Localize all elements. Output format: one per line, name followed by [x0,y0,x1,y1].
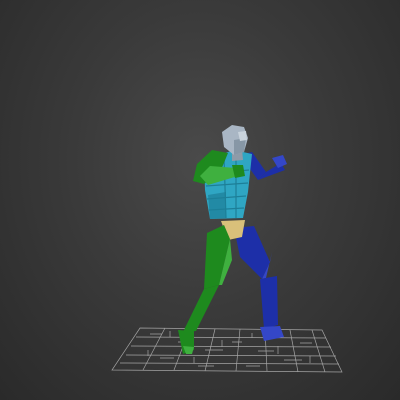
grid-line [125,354,337,357]
character-rig[interactable] [178,125,287,354]
right-hand[interactable] [272,155,287,168]
torso-shadow [208,192,226,219]
scene-canvas [111,125,343,373]
3d-viewport[interactable] [0,0,400,400]
grid-line [289,329,299,373]
grid-line [311,329,326,373]
grid-line [135,336,327,339]
left-shin[interactable] [183,285,219,332]
right-shin[interactable] [260,276,278,329]
grid-line [119,362,340,365]
grid-outline [111,327,343,373]
grid-line [235,328,241,372]
right-foot[interactable] [260,326,284,341]
ground-grid [111,327,343,373]
grid-line [130,345,332,348]
grid-texture [150,333,312,367]
